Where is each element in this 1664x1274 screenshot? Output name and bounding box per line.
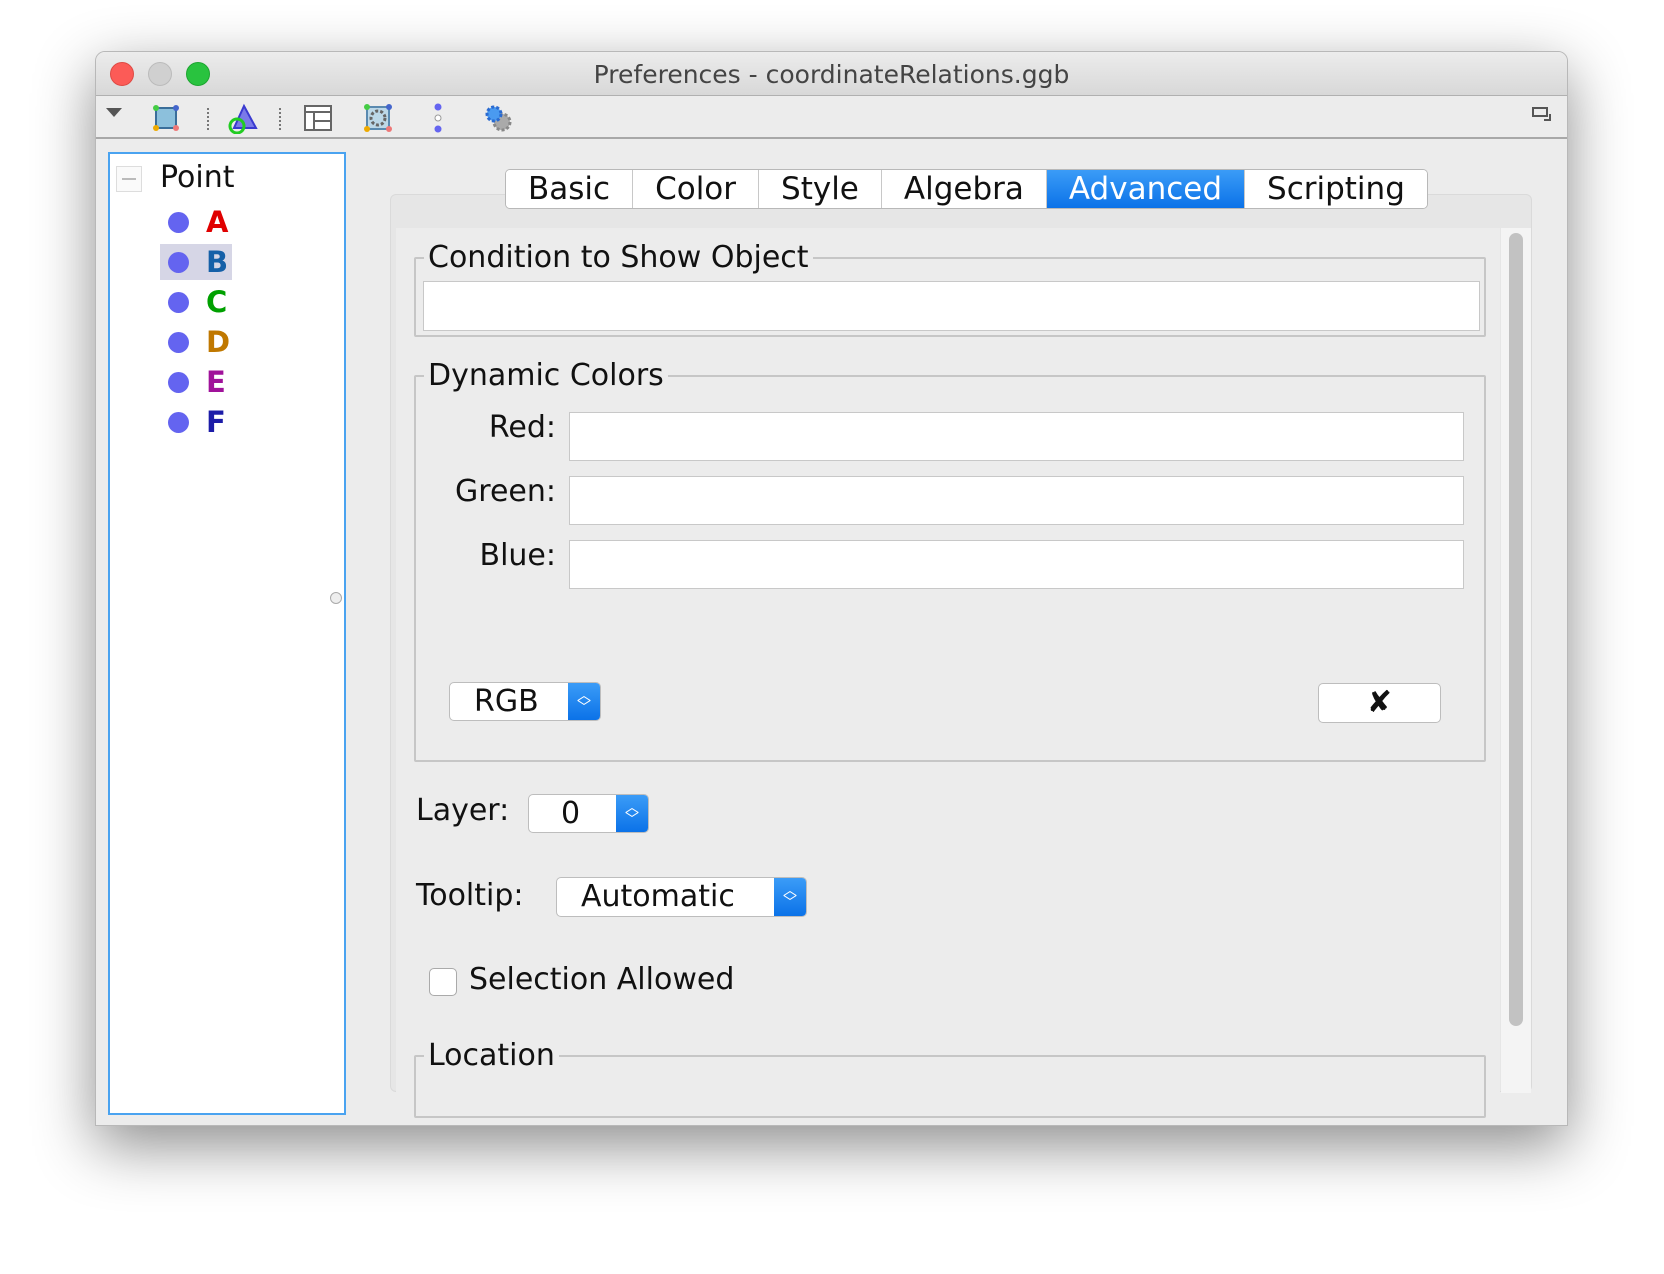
dynamic-colors-legend: Dynamic Colors	[428, 358, 664, 393]
splitter-handle[interactable]	[330, 592, 342, 604]
tab-style[interactable]: Style	[759, 170, 882, 208]
select-arrows-icon: ︿ ﹀	[568, 683, 600, 720]
settings-gears-icon[interactable]	[482, 102, 514, 134]
green-label: Green:	[455, 474, 556, 509]
layer-spinner[interactable]: 0 ︿ ﹀	[528, 794, 649, 833]
tree-item-a[interactable]: A	[160, 204, 228, 240]
tree-item-label: D	[206, 325, 231, 359]
advanced-tab-content: Condition to Show Object Dynamic Colors …	[396, 228, 1500, 1118]
red-input[interactable]	[569, 412, 1464, 461]
selection-allowed-label: Selection Allowed	[469, 962, 735, 997]
dropdown-triangle-icon[interactable]	[98, 96, 130, 128]
layout-panel-icon[interactable]	[302, 102, 334, 134]
tree-item-c[interactable]: C	[160, 284, 227, 320]
geometry-objects-icon[interactable]	[226, 102, 258, 134]
color-mode-select[interactable]: RGB ︿ ﹀	[449, 682, 601, 721]
blue-label: Blue:	[479, 538, 557, 573]
tree-item-f[interactable]: F	[160, 404, 226, 440]
spinner-arrows-icon: ︿ ﹀	[616, 795, 648, 832]
tree-item-label: A	[206, 205, 229, 239]
tooltip-label: Tooltip:	[416, 878, 524, 913]
title-bar: Preferences - coordinateRelations.ggb	[96, 52, 1567, 96]
location-legend: Location	[428, 1038, 555, 1073]
preferences-window: Preferences - coordinateRelations.ggb Po…	[95, 51, 1568, 1126]
tree-item-e[interactable]: E	[160, 364, 226, 400]
layer-value: 0	[561, 796, 581, 831]
point-dot-icon	[168, 332, 189, 353]
properties-panel: Condition to Show Object Dynamic Colors …	[390, 194, 1532, 1118]
tab-scripting[interactable]: Scripting	[1245, 170, 1427, 208]
tree-item-label: E	[206, 365, 226, 399]
polygon-icon[interactable]	[150, 102, 182, 134]
tab-algebra[interactable]: Algebra	[881, 170, 1047, 208]
condition-legend: Condition to Show Object	[428, 240, 809, 275]
points-icon[interactable]	[422, 102, 454, 134]
tree-item-b[interactable]: B	[160, 244, 232, 280]
tree-item-label: B	[206, 245, 229, 279]
collapse-icon[interactable]	[116, 166, 142, 192]
tooltip-value: Automatic	[581, 879, 735, 914]
color-mode-value: RGB	[474, 684, 539, 719]
green-input[interactable]	[569, 476, 1464, 525]
tab-advanced[interactable]: Advanced	[1046, 170, 1246, 208]
object-tree: Point ABCDEF	[108, 152, 346, 1115]
tab-color[interactable]: Color	[633, 170, 760, 208]
toolbar	[96, 96, 1567, 139]
red-label: Red:	[488, 410, 556, 445]
blue-input[interactable]	[569, 540, 1464, 589]
selection-allowed-checkbox[interactable]	[429, 968, 457, 996]
condition-input[interactable]	[423, 281, 1480, 331]
point-dot-icon	[168, 212, 189, 233]
tooltip-select[interactable]: Automatic ︿ ﹀	[556, 877, 807, 917]
point-dot-icon	[168, 292, 189, 313]
tab-basic[interactable]: Basic	[506, 170, 634, 208]
tree-item-label: C	[206, 285, 228, 319]
tree-item-label: F	[206, 405, 226, 439]
point-dot-icon	[168, 372, 189, 393]
window-title: Preferences - coordinateRelations.ggb	[593, 60, 1070, 89]
select-arrows-icon: ︿ ﹀	[774, 878, 806, 916]
graphics-view-icon[interactable]	[362, 102, 394, 134]
undock-icon[interactable]	[1526, 98, 1558, 130]
toolbar-separator	[279, 108, 281, 130]
tab-bar: Basic Color Style Algebra Advanced Scripting	[505, 169, 1428, 209]
scrollbar-thumb[interactable]	[1509, 233, 1523, 1026]
tree-item-d[interactable]: D	[160, 324, 230, 360]
point-dot-icon	[168, 252, 189, 273]
location-group: Location	[414, 1038, 1486, 1118]
clear-colors-button[interactable]: ✘	[1318, 683, 1441, 723]
tree-group-point[interactable]: Point	[160, 160, 235, 195]
toolbar-separator	[207, 108, 209, 130]
layer-label: Layer:	[416, 793, 510, 828]
point-dot-icon	[168, 412, 189, 433]
